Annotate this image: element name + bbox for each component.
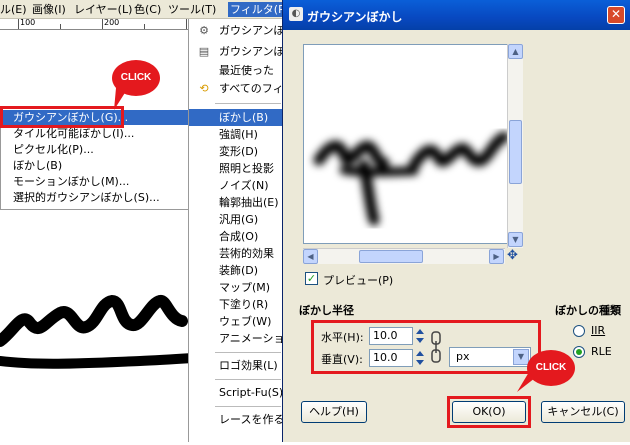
radio-rle-label: RLE — [591, 345, 612, 358]
menu-item-selective-gaussian-blur[interactable]: 選択的ガウシアンぼかし(S)... — [1, 190, 189, 205]
help-button[interactable]: ヘルプ(H) — [301, 401, 367, 423]
menu-edit[interactable]: ル(E) — [0, 2, 27, 17]
filter-category-artistic[interactable]: 芸術的効果 — [189, 245, 283, 262]
menu-item-pixelize[interactable]: ピクセル化(P)... — [1, 142, 189, 157]
horizontal-scroll-thumb[interactable] — [359, 250, 423, 263]
filters-menu: ⚙ ガウシアンぼ ▤ ガウシアンぼ 最近使った ⟲ すべてのフィ ぼかし(B) 強調(… — [188, 19, 283, 442]
preview-area[interactable] — [303, 44, 521, 244]
filter-category-generic[interactable]: 汎用(G) — [189, 211, 283, 228]
filter-category-light-shadow[interactable]: 照明と投影 — [189, 160, 283, 177]
preview-label: プレビュー(P) — [323, 274, 394, 287]
ok-button[interactable]: OK(O) — [452, 401, 526, 423]
horizontal-label: 水平(H): — [321, 331, 364, 344]
menu-tools[interactable]: ツール(T) — [168, 2, 216, 17]
filter-recently-used[interactable]: 最近使った — [189, 62, 283, 79]
menu-color[interactable]: 色(C) — [134, 2, 161, 17]
filter-make-lace[interactable]: レースを作る — [189, 411, 283, 428]
filter-category-noise[interactable]: ノイズ(N) — [189, 177, 283, 194]
vertical-spin-arrows-icon[interactable] — [415, 349, 425, 367]
close-icon[interactable]: ✕ — [607, 6, 625, 24]
filter-category-distorts[interactable]: 変形(D) — [189, 143, 283, 160]
gimp-app-icon: ◐ — [289, 7, 303, 21]
recent-filter-icon: ⚙ — [199, 24, 209, 37]
filter-category-web[interactable]: ウェブ(W) — [189, 313, 283, 330]
filter-category-map[interactable]: マップ(M) — [189, 279, 283, 296]
scroll-left-icon[interactable]: ◀ — [303, 249, 318, 264]
callout-pointer-left — [114, 88, 128, 110]
radio-rle[interactable] — [573, 346, 585, 358]
filter-category-blur[interactable]: ぼかし(B) — [189, 109, 283, 126]
gimp-menubar: ル(E) 画像(I) レイヤー(L) 色(C) ツール(T) フィルタ(R) — [0, 0, 293, 19]
chain-link-icon[interactable] — [430, 331, 442, 363]
filter-category-combine[interactable]: 合成(O) — [189, 228, 283, 245]
menu-layer[interactable]: レイヤー(L) — [74, 2, 132, 17]
vertical-radius-input[interactable]: 10.0 — [369, 349, 413, 367]
blurred-preview-image — [313, 131, 510, 226]
filter-category-enhance[interactable]: 強調(H) — [189, 126, 283, 143]
callout-pointer-right — [517, 372, 535, 392]
menu-item-blur[interactable]: ぼかし(B) — [1, 158, 189, 173]
ruler-label-200: 200 — [104, 18, 120, 27]
vertical-scroll-thumb[interactable] — [509, 120, 522, 184]
horizontal-radius-input[interactable]: 10.0 — [369, 327, 413, 345]
radio-iir-label: IIR — [591, 324, 606, 337]
history-icon: ▤ — [198, 45, 210, 58]
radio-iir[interactable] — [573, 325, 585, 337]
horizontal-spin-arrows-icon[interactable] — [415, 327, 425, 345]
filter-category-animation[interactable]: アニメーション — [189, 330, 283, 347]
filter-reset-all[interactable]: ⟲ すべてのフィ — [189, 80, 283, 97]
chevron-down-icon[interactable]: ▼ — [513, 349, 529, 365]
scroll-right-icon[interactable]: ▶ — [489, 249, 504, 264]
filter-category-decor[interactable]: 装飾(D) — [189, 262, 283, 279]
menu-item-motion-blur[interactable]: モーションぼかし(M)... — [1, 174, 189, 189]
ruler-label-100: 100 — [20, 18, 36, 27]
menu-item-tileable-blur[interactable]: タイル化可能ぼかし(I)... — [1, 126, 189, 141]
vertical-label: 垂直(V): — [321, 353, 363, 366]
filter-category-script-fu[interactable]: Script-Fu(S) — [189, 384, 283, 401]
scroll-down-icon[interactable]: ▼ — [508, 232, 523, 247]
preview-vertical-scrollbar[interactable]: ▲ ▼ — [507, 44, 523, 248]
filter-category-edge-detect[interactable]: 輪郭抽出(E) — [189, 194, 283, 211]
blur-method-heading: ぼかしの種類 — [555, 304, 621, 317]
unit-select-value: px — [456, 350, 470, 363]
dialog-title: ガウシアンぼかし — [307, 10, 403, 24]
filter-recent-1[interactable]: ⚙ ガウシアンぼ — [189, 22, 283, 39]
preview-horizontal-scrollbar[interactable]: ◀ ▶ — [303, 248, 505, 264]
unit-select[interactable]: px ▼ — [449, 347, 531, 367]
dialog-titlebar[interactable]: ◐ ガウシアンぼかし ✕ — [283, 0, 630, 30]
menu-image[interactable]: 画像(I) — [32, 2, 66, 17]
navigate-icon[interactable]: ✥ — [507, 248, 518, 263]
gaussian-blur-dialog: ◐ ガウシアンぼかし ✕ ▲ ▼ ◀ ▶ ✥ ✓ プレビュー(P) ぼかし半径 … — [282, 0, 630, 442]
reset-icon: ⟲ — [199, 82, 209, 95]
filter-recent-2[interactable]: ▤ ガウシアンぼ — [189, 43, 283, 60]
filter-category-render[interactable]: 下塗り(R) — [189, 296, 283, 313]
highlight-box-gaussian — [0, 106, 124, 128]
cancel-button[interactable]: キャンセル(C) — [541, 401, 625, 423]
scroll-up-icon[interactable]: ▲ — [508, 44, 523, 59]
filter-category-logo[interactable]: ロゴ効果(L) — [189, 357, 283, 374]
preview-checkbox[interactable]: ✓ — [305, 272, 318, 285]
blur-radius-heading: ぼかし半径 — [299, 304, 354, 317]
